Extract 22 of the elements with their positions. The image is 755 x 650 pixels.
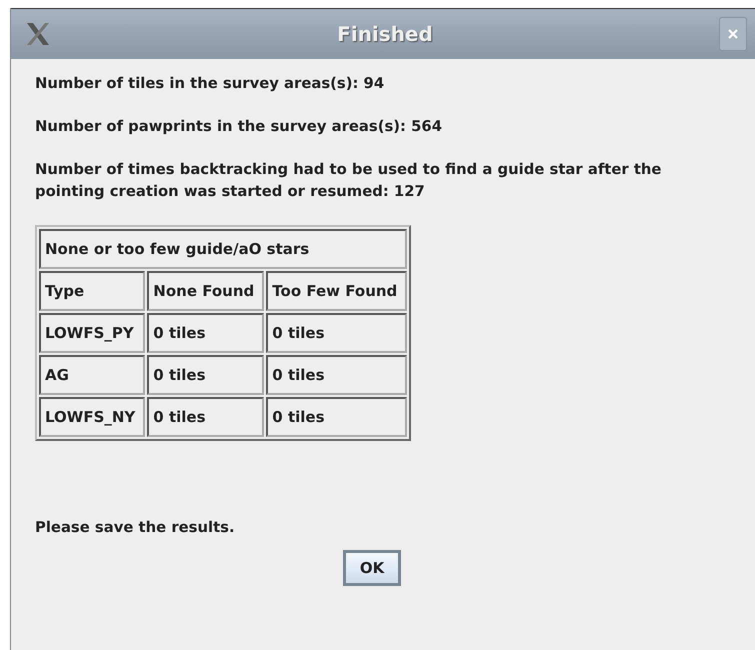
column-header: Type (39, 271, 146, 311)
message-text: Number of tiles in the survey areas(s): 94 (35, 74, 386, 94)
x-logo-icon (25, 22, 51, 46)
table-cell: 0 tiles (266, 397, 408, 437)
column-header: None Found (147, 271, 264, 311)
message-text: Number of pawprints in the survey areas(s): 564 (35, 117, 444, 137)
save-message: Please save the results. (35, 519, 236, 536)
table-cell: LOWFS_NY (39, 397, 146, 437)
column-header: Too Few Found (266, 271, 408, 311)
message-text: Number of times backtracking had to be used to find a guide star after the pointing creation was started or resumed: 127 (35, 160, 662, 202)
close-icon (726, 27, 740, 41)
table-cell: 0 tiles (147, 397, 264, 437)
table-cell: 0 tiles (266, 313, 408, 353)
table-cell: 0 tiles (147, 355, 264, 395)
table-cell: 0 tiles (266, 355, 408, 395)
table-caption: None or too few guide/aO stars (39, 229, 408, 269)
table-cell: 0 tiles (147, 313, 264, 353)
ok-button[interactable]: OK (342, 550, 402, 586)
close-button[interactable] (719, 17, 747, 51)
table-cell: AG (39, 355, 146, 395)
table-cell: LOWFS_PY (39, 313, 146, 353)
window-title: Finished (336, 22, 434, 46)
